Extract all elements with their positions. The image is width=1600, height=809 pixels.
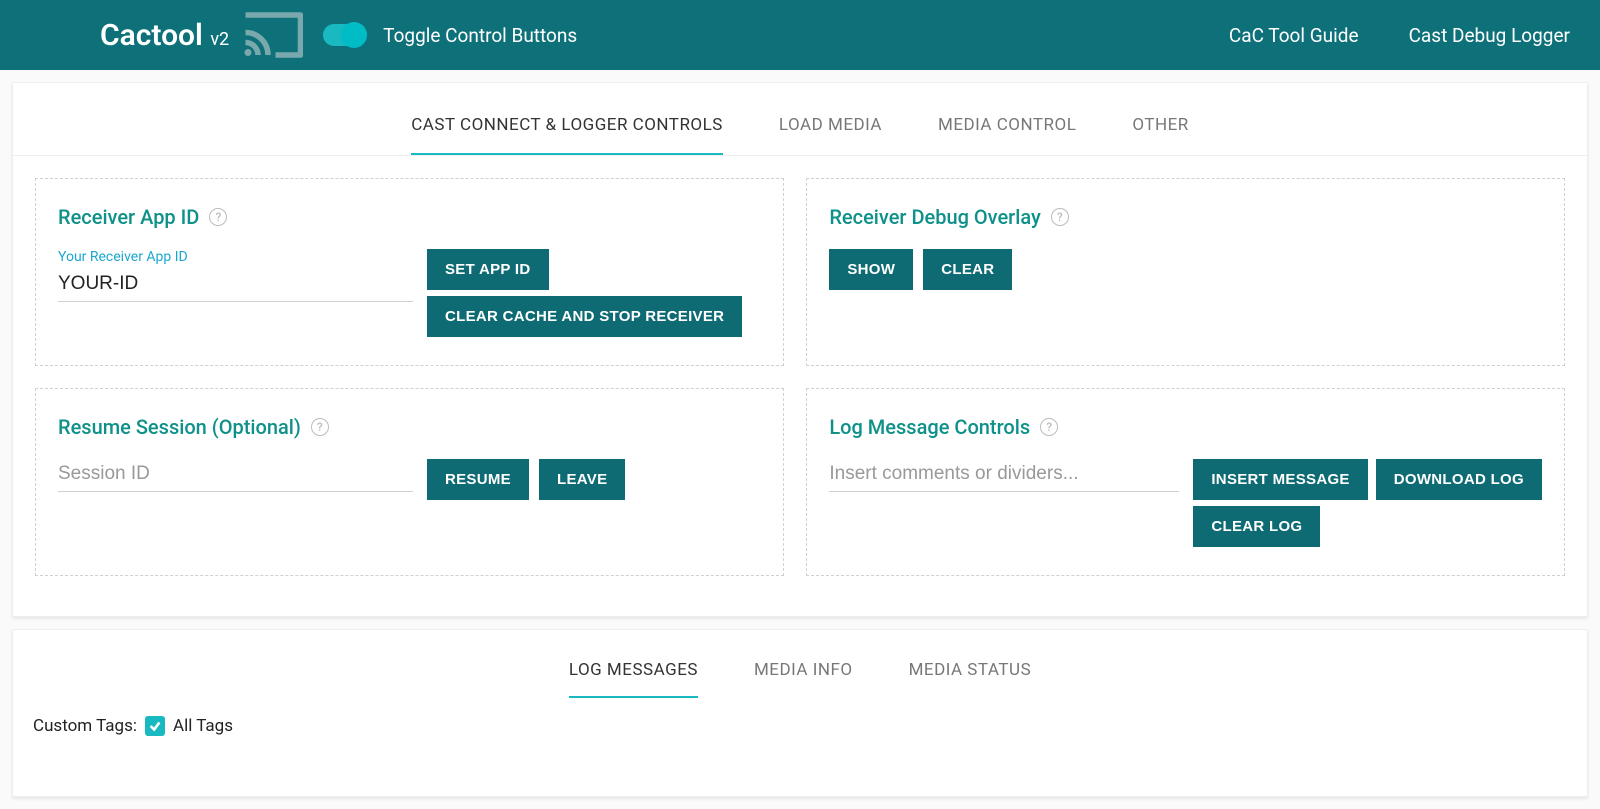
toggle-label: Toggle Control Buttons [383,24,577,47]
tab-media-info[interactable]: MEDIA INFO [754,630,853,698]
input-log-message[interactable] [829,459,1179,492]
input-session-id[interactable] [58,459,413,492]
field-session-id [58,459,413,492]
field-label: Your Receiver App ID [58,249,413,265]
panel-receiver-app-id: Receiver App ID ? Your Receiver App ID S… [35,178,784,366]
log-card: LOG MESSAGES MEDIA INFO MEDIA STATUS Cus… [12,629,1588,797]
insert-message-button[interactable]: INSERT MESSAGE [1193,459,1367,500]
toggle-control-buttons-wrap: Toggle Control Buttons [323,24,577,47]
toggle-control-buttons[interactable] [323,24,367,46]
tab-log-messages[interactable]: LOG MESSAGES [569,630,698,698]
tab-cast-connect[interactable]: CAST CONNECT & LOGGER CONTROLS [411,83,723,155]
help-icon[interactable]: ? [1040,418,1058,436]
panel-title-text: Receiver App ID [58,205,199,229]
panel-receiver-debug-overlay: Receiver Debug Overlay ? SHOW CLEAR [806,178,1565,366]
custom-tags-label: Custom Tags: [33,716,137,736]
panel-title: Log Message Controls ? [829,415,1542,439]
panel-title: Receiver App ID ? [58,205,761,229]
panel-title-text: Log Message Controls [829,415,1030,439]
panel-title-text: Resume Session (Optional) [58,415,301,439]
input-receiver-app-id[interactable] [58,269,413,302]
clear-cache-stop-receiver-button[interactable]: CLEAR CACHE AND STOP RECEIVER [427,296,742,337]
brand-name: Cactool [100,18,203,53]
field-log-message [829,459,1179,492]
panel-title: Receiver Debug Overlay ? [829,205,1542,229]
field-receiver-app-id: Your Receiver App ID [58,249,413,302]
panel-title: Resume Session (Optional) ? [58,415,761,439]
panel-title-text: Receiver Debug Overlay [829,205,1040,229]
help-icon[interactable]: ? [311,418,329,436]
tab-media-control[interactable]: MEDIA CONTROL [938,83,1076,155]
tab-other[interactable]: OTHER [1132,83,1188,155]
clear-overlay-button[interactable]: CLEAR [923,249,1012,290]
resume-button[interactable]: RESUME [427,459,529,500]
leave-button[interactable]: LEAVE [539,459,625,500]
brand-version: v2 [210,29,229,50]
app-header: Cactool v2 Toggle Control Buttons CaC To… [0,0,1600,70]
tab-media-status[interactable]: MEDIA STATUS [909,630,1032,698]
checkbox-all-tags[interactable] [145,716,165,736]
help-icon[interactable]: ? [209,208,227,226]
panels-grid: Receiver App ID ? Your Receiver App ID S… [13,156,1587,598]
tab-load-media[interactable]: LOAD MEDIA [779,83,882,155]
controls-card: CAST CONNECT & LOGGER CONTROLS LOAD MEDI… [12,82,1588,617]
download-log-button[interactable]: DOWNLOAD LOG [1376,459,1542,500]
main-tabs: CAST CONNECT & LOGGER CONTROLS LOAD MEDI… [13,83,1587,156]
cast-icon [243,12,303,58]
brand-title: Cactool v2 [100,18,229,53]
set-app-id-button[interactable]: SET APP ID [427,249,549,290]
panel-log-message-controls: Log Message Controls ? INSERT MESSAGE DO… [806,388,1565,576]
all-tags-label: All Tags [173,716,233,736]
link-cac-tool-guide[interactable]: CaC Tool Guide [1229,24,1359,47]
custom-tags-row: Custom Tags: All Tags [13,698,1587,736]
link-cast-debug-logger[interactable]: Cast Debug Logger [1409,24,1570,47]
check-icon [148,719,162,733]
show-overlay-button[interactable]: SHOW [829,249,913,290]
help-icon[interactable]: ? [1051,208,1069,226]
panel-resume-session: Resume Session (Optional) ? RESUME LEAVE [35,388,784,576]
sub-tabs: LOG MESSAGES MEDIA INFO MEDIA STATUS [13,630,1587,698]
clear-log-button[interactable]: CLEAR LOG [1193,506,1320,547]
